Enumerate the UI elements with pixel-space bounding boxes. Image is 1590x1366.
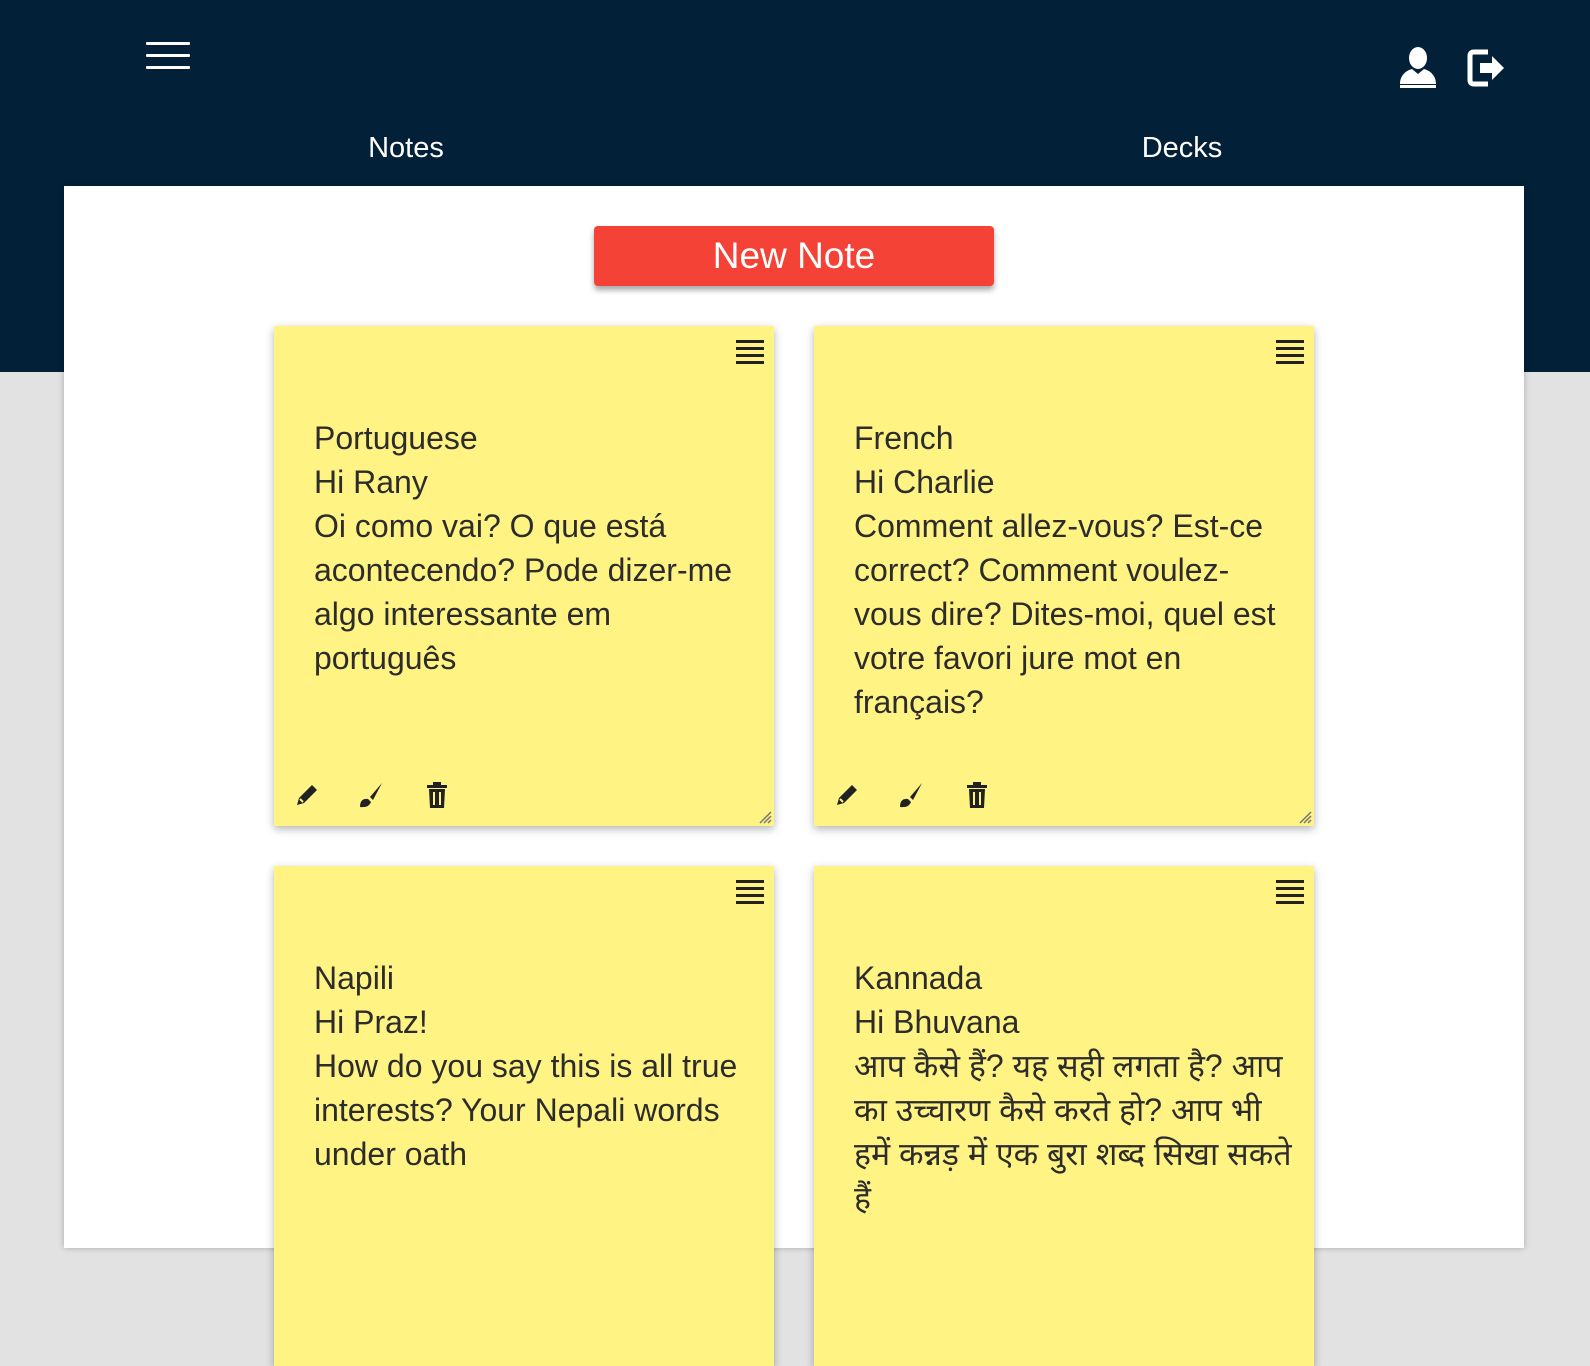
note-title: Napili (314, 960, 395, 996)
note-content[interactable]: Kannada Hi Bhuvana आप कैसे हैं? यह सही ल… (854, 956, 1294, 1220)
note-greeting: Hi Bhuvana (854, 1004, 1020, 1040)
trash-icon[interactable] (422, 780, 452, 810)
trash-icon[interactable] (962, 780, 992, 810)
note-card: Portuguese Hi Rany Oi como vai? O que es… (274, 326, 774, 826)
resize-handle[interactable] (758, 810, 772, 824)
note-title: Kannada (854, 960, 983, 996)
note-content[interactable]: Portuguese Hi Rany Oi como vai? O que es… (314, 416, 754, 680)
note-greeting: Hi Rany (314, 464, 428, 500)
note-text: Oi como vai? O que está acontecendo? Pod… (314, 508, 733, 676)
pencil-icon[interactable] (832, 780, 862, 810)
note-card: French Hi Charlie Comment allez-vous? Es… (814, 326, 1314, 826)
note-card: Kannada Hi Bhuvana आप कैसे हैं? यह सही ल… (814, 866, 1314, 1366)
note-content[interactable]: French Hi Charlie Comment allez-vous? Es… (854, 416, 1294, 724)
list-icon[interactable] (1276, 880, 1304, 906)
hamburger-menu-icon[interactable] (146, 40, 190, 72)
note-title: Portuguese (314, 420, 478, 456)
resize-handle[interactable] (1298, 810, 1312, 824)
note-title: French (854, 420, 954, 456)
note-greeting: Hi Praz! (314, 1004, 428, 1040)
tab-notes[interactable]: Notes (306, 128, 506, 168)
paintbrush-icon[interactable] (356, 780, 386, 810)
note-content[interactable]: Napili Hi Praz! How do you say this is a… (314, 956, 754, 1176)
list-icon[interactable] (1276, 340, 1304, 366)
pencil-icon[interactable] (292, 780, 322, 810)
note-greeting: Hi Charlie (854, 464, 995, 500)
note-text: आप कैसे हैं? यह सही लगता है? आप का उच्चा… (854, 1048, 1292, 1216)
list-icon[interactable] (736, 340, 764, 366)
list-icon[interactable] (736, 880, 764, 906)
note-text: Comment allez-vous? Est-ce correct? Comm… (854, 508, 1276, 720)
tab-decks[interactable]: Decks (1082, 128, 1282, 168)
logout-icon[interactable] (1466, 48, 1508, 88)
new-note-button[interactable]: New Note (594, 226, 994, 286)
note-text: How do you say this is all true interest… (314, 1048, 738, 1172)
paintbrush-icon[interactable] (896, 780, 926, 810)
user-icon[interactable] (1398, 46, 1438, 88)
note-card: Napili Hi Praz! How do you say this is a… (274, 866, 774, 1366)
